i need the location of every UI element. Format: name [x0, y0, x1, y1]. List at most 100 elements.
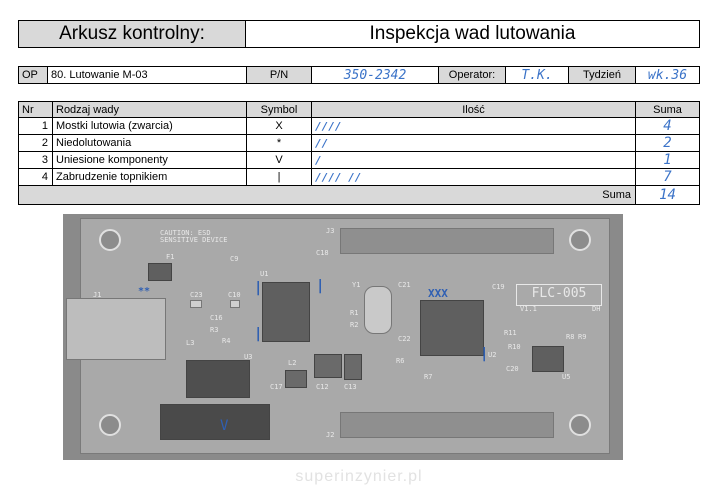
cap-c13 [344, 354, 362, 380]
col-nr: Nr [18, 101, 53, 118]
week-label: Tydzień [583, 69, 621, 81]
cap-c12 [314, 354, 342, 378]
pn-value: 350-2342 [343, 67, 407, 83]
row-type: Zabrudzenie topnikiem [56, 171, 168, 183]
ref-u3: U3 [244, 353, 253, 361]
ref-r7: R7 [424, 373, 433, 381]
col-sum-label: Suma [653, 103, 682, 116]
operator-value: T.K. [521, 67, 553, 83]
row-symbol: X [275, 120, 283, 132]
col-tally-label: Ilość [462, 103, 485, 116]
row-4-nr: 4 [18, 168, 53, 186]
row-1-tally[interactable]: //// [311, 117, 636, 135]
header-j3 [340, 228, 554, 254]
ref-r11: R11 [504, 329, 517, 337]
row-2-nr: 2 [18, 134, 53, 152]
ref-c9: C9 [230, 255, 239, 263]
pn-value-cell[interactable]: 350-2342 [311, 66, 439, 84]
week-value: wk.36 [647, 67, 688, 83]
row-3-sum[interactable]: 1 [635, 151, 700, 169]
ref-f1: F1 [166, 253, 175, 261]
ref-c12: C12 [316, 383, 329, 391]
row-4-sum[interactable]: 7 [635, 168, 700, 186]
row-1-sum[interactable]: 4 [635, 117, 700, 135]
row-4-symbol: | [246, 168, 312, 186]
col-symbol: Symbol [246, 101, 312, 118]
row-2-tally[interactable]: // [311, 134, 636, 152]
ref-r1: R1 [350, 309, 359, 317]
mark-flux-2: | [254, 326, 263, 342]
title-label: Arkusz kontrolny: [59, 23, 205, 44]
mounting-hole [569, 229, 591, 251]
col-sum: Suma [635, 101, 700, 118]
row-symbol: V [275, 154, 283, 166]
row-1-type: Mostki lutowia (zwarcia) [52, 117, 247, 135]
row-3-type: Uniesione komponenty [52, 151, 247, 169]
chip-u3 [186, 360, 250, 398]
total-value: 14 [659, 187, 676, 203]
ref-r10: R10 [508, 343, 521, 351]
col-type: Rodzaj wady [52, 101, 247, 118]
row-tally: //// [315, 119, 342, 133]
ref-r9: R9 [578, 333, 587, 341]
row-nr: 1 [41, 120, 48, 132]
row-tally: // [315, 136, 329, 150]
week-value-cell[interactable]: wk.36 [635, 66, 700, 84]
row-sum: 7 [663, 169, 672, 185]
pn-label: P/N [269, 69, 289, 81]
col-tally: Ilość [311, 101, 636, 118]
total-label: Suma [602, 189, 631, 201]
ref-c21: C21 [398, 281, 411, 289]
row-nr: 4 [41, 171, 48, 183]
ref-j2: J2 [326, 431, 335, 439]
op-label: OP [22, 69, 38, 81]
total-value-cell[interactable]: 14 [635, 185, 700, 205]
row-type: Uniesione komponenty [56, 154, 168, 166]
cap-c10 [230, 300, 240, 308]
title-label-cell: Arkusz kontrolny: [18, 20, 246, 48]
ref-r3: C16 [210, 314, 223, 322]
row-nr: 2 [41, 137, 48, 149]
row-2-sum[interactable]: 2 [635, 134, 700, 152]
mounting-hole [99, 414, 121, 436]
ref-u1: U1 [260, 270, 269, 278]
board-label: FLC-005 [516, 284, 602, 306]
mark-flux-1: | [254, 280, 263, 296]
row-sum: 4 [663, 118, 672, 134]
ref-c13: C13 [344, 383, 357, 391]
ref-c23: C23 [190, 291, 203, 299]
operator-label-cell: Operator: [438, 66, 506, 84]
total-label-cell: Suma [18, 185, 636, 205]
week-label-cell: Tydzień [568, 66, 636, 84]
mark-bridge: XXX [428, 287, 448, 300]
mark-nosolder: ** [138, 286, 151, 297]
col-symbol-label: Symbol [260, 103, 298, 116]
row-type: Mostki lutowia (zwarcia) [56, 120, 173, 132]
operator-value-cell[interactable]: T.K. [505, 66, 569, 84]
fuse-f1 [148, 263, 172, 281]
row-sum: 1 [663, 152, 672, 168]
regulator [160, 404, 270, 440]
col-nr-label: Nr [22, 103, 34, 116]
row-3-tally[interactable]: / [311, 151, 636, 169]
caution-text: CAUTION: ESD SENSITIVE DEVICE [160, 229, 228, 244]
board-version: V1.1 [520, 305, 537, 313]
watermark: superinzynier.pl [295, 468, 423, 485]
ref-c16: C18 [316, 249, 329, 257]
row-4-tally[interactable]: //// // [311, 168, 636, 186]
row-tally: / [315, 153, 322, 167]
ref-j1: J1 [93, 291, 102, 299]
mounting-hole [99, 229, 121, 251]
ref-l2: L2 [288, 359, 297, 367]
ref-r6: R6 [396, 357, 405, 365]
ref-u5: U5 [562, 373, 571, 381]
usb-connector [66, 298, 166, 360]
row-3-nr: 3 [18, 151, 53, 169]
row-2-type: Niedolutowania [52, 134, 247, 152]
mark-flux-3: | [316, 278, 325, 294]
board-revision: DH [592, 305, 601, 313]
row-4-type: Zabrudzenie topnikiem [52, 168, 247, 186]
cap-c23 [190, 300, 202, 308]
row-3-symbol: V [246, 151, 312, 169]
row-1-symbol: X [246, 117, 312, 135]
